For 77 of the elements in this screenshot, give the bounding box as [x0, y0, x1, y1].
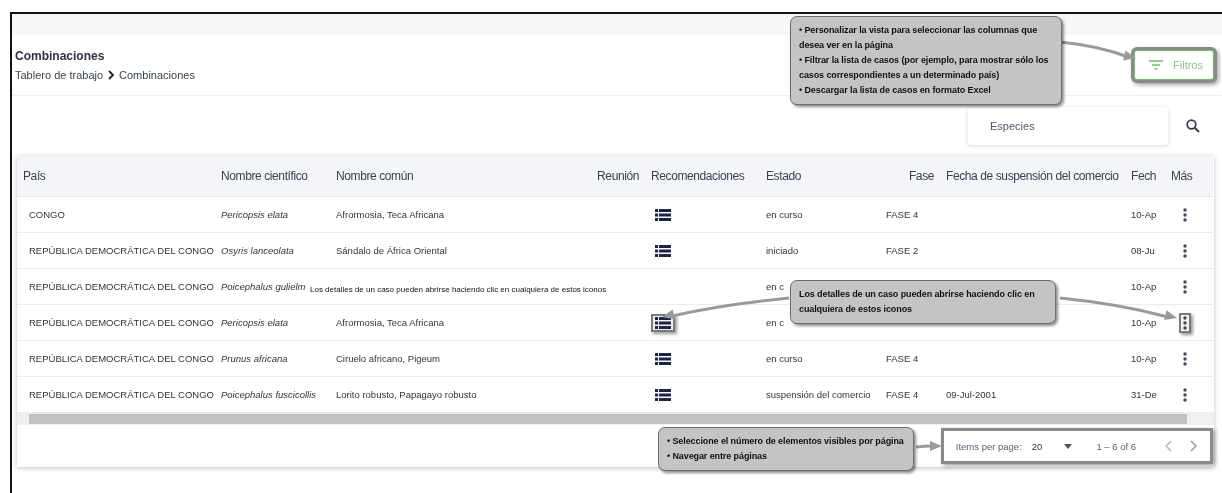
more-vertical-icon	[1183, 387, 1187, 402]
list-icon	[655, 388, 671, 401]
callout-arrow	[915, 441, 942, 451]
table-cell: REPÚBLICA DEMOCRÁTICA DEL CONGO	[17, 340, 215, 377]
table-cell: en curso	[766, 209, 803, 220]
callout-text: • Filtrar la lista de casos (por ejemplo, para mostrar sólo los casos correspondientes a un determinado país)	[799, 54, 1050, 82]
table-cell: FASE 2	[886, 245, 919, 256]
table-cell: 31-De	[1131, 389, 1157, 400]
table-cell: REPÚBLICA DEMOCRÁTICA DEL CONGO	[17, 304, 215, 341]
table-cell: FASE 4	[886, 209, 919, 220]
table-cell: Pericopsis elata	[221, 209, 289, 220]
list-icon	[655, 316, 671, 329]
table-cell: Sándalo de África Oriental	[336, 245, 447, 256]
more-vertical-icon	[1183, 243, 1187, 258]
table-cell: REPÚBLICA DEMOCRÁTICA DEL CONGO	[17, 268, 215, 305]
table-cell: Prunus africana	[221, 353, 288, 364]
page-size-select[interactable]: 20	[1031, 440, 1087, 452]
column-header: Más	[1165, 156, 1213, 197]
search-icon[interactable]	[1186, 119, 1200, 133]
horizontal-scrollbar[interactable]	[17, 413, 1214, 425]
column-header: Nombre científico	[215, 156, 330, 197]
column-header: Reunión	[580, 156, 645, 197]
table-cell: 10-Ap	[1131, 209, 1157, 220]
column-header: Fase	[880, 156, 940, 197]
callout-text: • Descargar la lista de casos en formato Excel	[799, 84, 992, 97]
more-vertical-icon	[1183, 207, 1187, 222]
table-cell: CONGO	[17, 196, 215, 233]
table-cell: FASE 4	[886, 353, 919, 364]
dropdown-caret-icon	[1064, 443, 1073, 449]
breadcrumb-current: Combinaciones	[119, 69, 195, 81]
breadcrumb-link[interactable]: Tablero de trabajo	[15, 69, 104, 81]
table-cell: en c	[766, 317, 784, 328]
table-cell: 08-Ju	[1131, 245, 1155, 256]
filter-icon	[1149, 60, 1164, 70]
more-vertical-icon	[1183, 351, 1187, 366]
table-cell: 09-Jul-2001	[946, 389, 997, 400]
table-cell: REPÚBLICA DEMOCRÁTICA DEL CONGO	[17, 232, 215, 269]
callout-text: • Seleccione el número de elementos visibles por página	[667, 435, 905, 448]
table-cell: FASE 4	[886, 389, 919, 400]
column-header: Fech	[1125, 156, 1165, 197]
table-cell: Pericopsis elata	[221, 317, 289, 328]
table-cell: Osyris lanceolata	[221, 245, 294, 256]
table-cell: Afrormosia, Teca Africana	[336, 209, 445, 220]
more-button[interactable]	[1179, 312, 1191, 333]
table-cell: Lorito robusto, Papagayo robusto	[336, 389, 477, 400]
callout-text: • Navegar entre páginas	[667, 450, 768, 463]
list-icon	[655, 244, 671, 257]
table-cell: suspensión del comercio	[766, 389, 871, 400]
more-vertical-icon	[1183, 279, 1187, 294]
more-vertical-icon	[1183, 315, 1187, 330]
chevron-right-icon	[1190, 440, 1198, 452]
page-range: 1 – 6 of 6	[1096, 440, 1136, 452]
column-header: Recomendaciones	[645, 156, 760, 197]
list-icon	[655, 352, 671, 365]
callout-text: • Personalizar la vista para seleccionar las columnas que desea ver en la página	[799, 24, 1039, 52]
search-field[interactable]: Especies	[968, 107, 1168, 145]
table-cell: Poicephalus fuscicollis	[221, 389, 317, 400]
column-header: País	[17, 156, 215, 197]
table-cell: 10-Ap	[1131, 353, 1157, 364]
table-cell: 10-Ap	[1131, 317, 1157, 328]
callout-text: Los detalles de un caso pueden abrirse haciendo clic en cualquiera de estos iconos	[799, 288, 1036, 316]
chevron-left-icon	[1164, 440, 1172, 452]
column-header: Fecha de suspensión del comercio	[940, 156, 1125, 197]
table-cell: 10-Ap	[1131, 281, 1157, 292]
table-cell: iniciado	[766, 245, 799, 256]
column-header: Estado	[760, 156, 880, 197]
table-cell: Ciruelo africano, Pigeum	[336, 353, 441, 364]
table-cell: en c	[766, 281, 784, 292]
table-cell: Poicephalus gulielm	[221, 281, 306, 292]
chevron-right-icon	[107, 70, 116, 80]
column-header: Nombre común	[330, 156, 580, 197]
page-title: Combinaciones	[15, 49, 106, 63]
table-cell: Afrormosia, Teca Africana	[336, 317, 445, 328]
table-cell: en curso	[766, 353, 803, 364]
items-per-page-label: Items per page:	[955, 440, 1022, 452]
list-icon	[655, 208, 671, 221]
table-cell: REPÚBLICA DEMOCRÁTICA DEL CONGO	[17, 376, 215, 413]
